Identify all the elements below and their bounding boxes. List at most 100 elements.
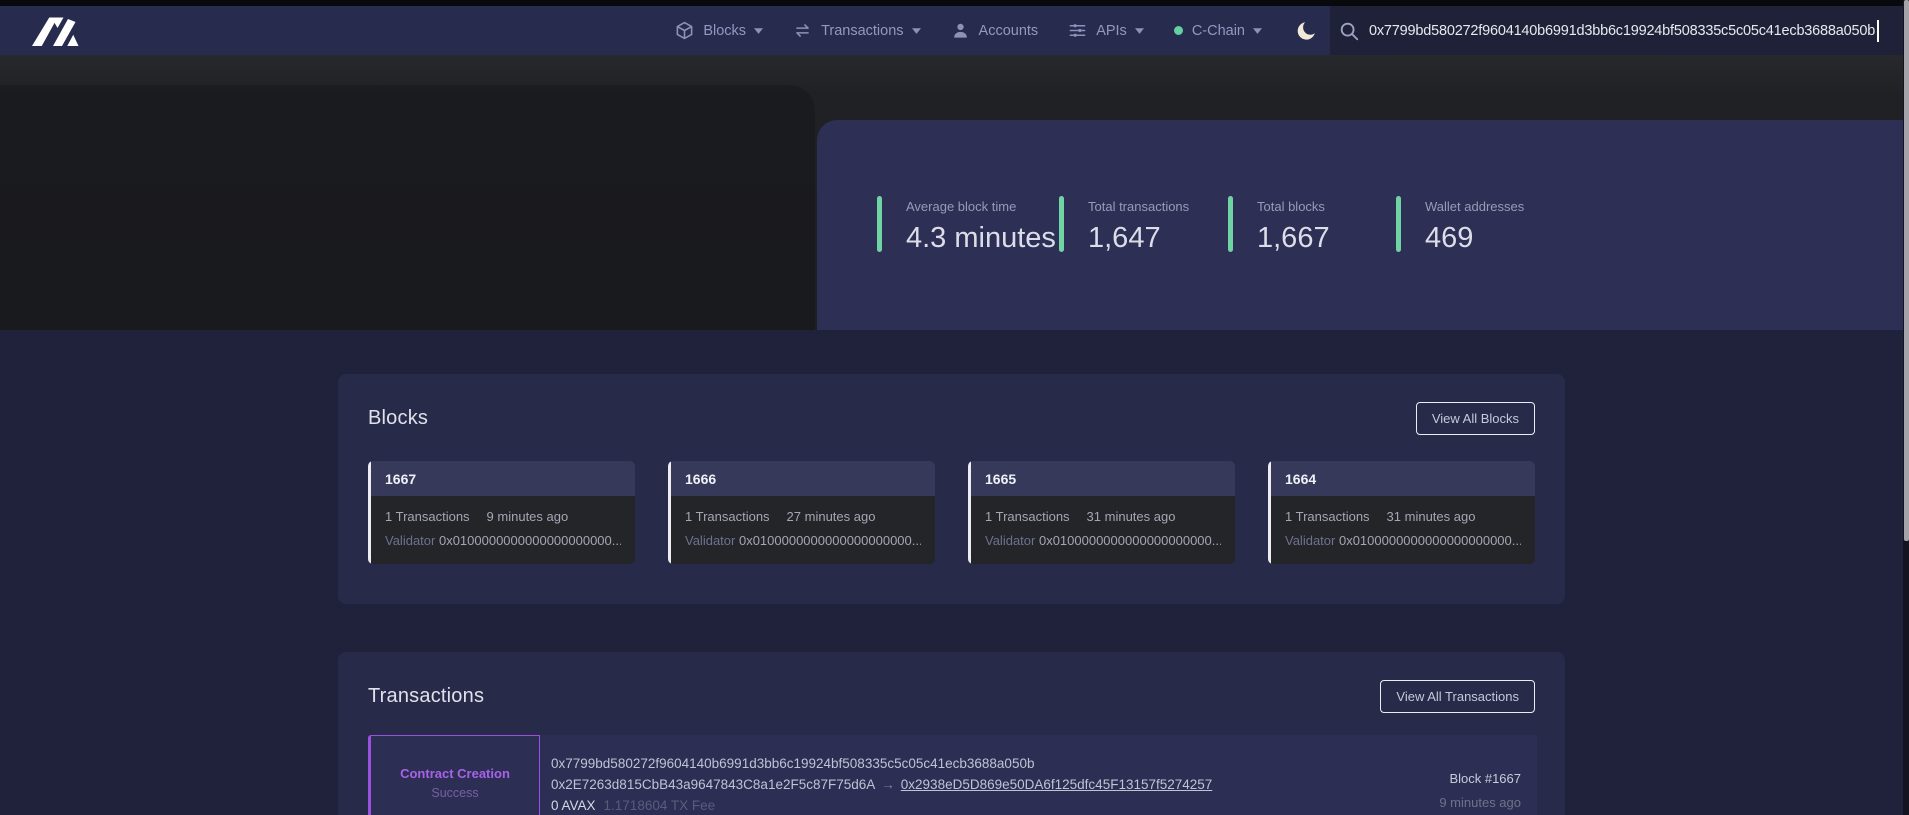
transaction-value-line: 0 AVAX1.1718604 TX Fee bbox=[551, 795, 1212, 815]
block-card-1665[interactable]: 1665 1 Transactions 31 minutes ago Valid… bbox=[968, 461, 1235, 564]
stat-total-transactions: Total transactions 1,647 bbox=[1059, 196, 1189, 255]
search-input[interactable]: 0x7799bd580272f9604140b6991d3bb6c19924bf… bbox=[1369, 23, 1875, 39]
stat-accent-bar bbox=[1228, 196, 1233, 252]
text-caret bbox=[1877, 20, 1879, 42]
transaction-addresses: 0x2E7263d815CbB43a9647843C8a1e2F5c87F75d… bbox=[551, 774, 1212, 795]
validator-address: 0x0100000000000000000000... bbox=[439, 533, 621, 548]
nav-item-accounts[interactable]: Accounts bbox=[951, 21, 1039, 40]
transaction-status: Success bbox=[431, 786, 478, 800]
blocks-section-title: Blocks bbox=[368, 407, 428, 430]
block-time-ago: 31 minutes ago bbox=[1387, 509, 1476, 524]
chevron-down-icon bbox=[1135, 28, 1144, 34]
validator-label: Validator bbox=[985, 533, 1035, 548]
block-time-ago: 27 minutes ago bbox=[787, 509, 876, 524]
block-number: 1665 bbox=[968, 461, 1235, 496]
stat-value: 1,667 bbox=[1257, 222, 1330, 255]
nav-label-transactions: Transactions bbox=[821, 23, 903, 39]
transaction-block-number: Block #1667 bbox=[1439, 771, 1521, 786]
chevron-down-icon bbox=[754, 28, 763, 34]
block-tx-count: 1 Transactions bbox=[1285, 509, 1370, 524]
validator-address: 0x0100000000000000000000... bbox=[1039, 533, 1221, 548]
dark-mode-toggle[interactable] bbox=[1296, 20, 1318, 42]
validator-address: 0x0100000000000000000000... bbox=[739, 533, 921, 548]
chevron-down-icon bbox=[912, 28, 921, 34]
stat-value: 1,647 bbox=[1088, 222, 1189, 255]
block-card-1666[interactable]: 1666 1 Transactions 27 minutes ago Valid… bbox=[668, 461, 935, 564]
transaction-type: Contract Creation bbox=[400, 766, 510, 781]
validator-label: Validator bbox=[1285, 533, 1335, 548]
transaction-block-info: Block #1667 9 minutes ago bbox=[1439, 771, 1521, 810]
stats-panel: Average block time 4.3 minutes Total tra… bbox=[817, 120, 1909, 330]
block-card-row: 1667 1 Transactions 9 minutes ago Valida… bbox=[338, 461, 1565, 564]
nav-item-transactions[interactable]: Transactions bbox=[793, 21, 920, 40]
stat-average-block-time: Average block time 4.3 minutes bbox=[877, 196, 1056, 255]
block-number: 1667 bbox=[368, 461, 635, 496]
sliders-icon bbox=[1068, 21, 1087, 40]
transactions-section-title: Transactions bbox=[368, 685, 484, 708]
nav-label-accounts: Accounts bbox=[979, 23, 1039, 39]
hero-background-shape bbox=[0, 85, 815, 330]
block-explorer-page: Blocks Transactions Accounts bbox=[0, 0, 1909, 815]
block-body: 1 Transactions 9 minutes ago Validator 0… bbox=[368, 496, 635, 548]
arrow-right-icon: → bbox=[875, 777, 901, 792]
validator-label: Validator bbox=[685, 533, 735, 548]
from-address: 0x2E7263d815CbB43a9647843C8a1e2F5c87F75d… bbox=[551, 777, 875, 792]
hero-section: Average block time 4.3 minutes Total tra… bbox=[0, 55, 1909, 330]
transfer-arrows-icon bbox=[793, 21, 812, 40]
stat-label: Average block time bbox=[906, 196, 1056, 214]
validator-label: Validator bbox=[385, 533, 435, 548]
stat-wallet-addresses: Wallet addresses 469 bbox=[1396, 196, 1524, 255]
stat-accent-bar bbox=[1059, 196, 1064, 252]
blocks-section: Blocks View All Blocks 1667 1 Transactio… bbox=[338, 374, 1565, 604]
scrollbar bbox=[1903, 0, 1909, 815]
scrollbar-thumb[interactable] bbox=[1904, 0, 1909, 541]
block-tx-count: 1 Transactions bbox=[685, 509, 770, 524]
stat-label: Total blocks bbox=[1257, 196, 1330, 214]
block-number: 1666 bbox=[668, 461, 935, 496]
stat-accent-bar bbox=[877, 196, 882, 252]
block-number: 1664 bbox=[1268, 461, 1535, 496]
block-time-ago: 31 minutes ago bbox=[1087, 509, 1176, 524]
block-accent-bar bbox=[668, 461, 671, 564]
view-all-transactions-button[interactable]: View All Transactions bbox=[1380, 680, 1535, 713]
nav-item-blocks[interactable]: Blocks bbox=[675, 21, 763, 40]
transaction-hash: 0x7799bd580272f9604140b6991d3bb6c19924bf… bbox=[551, 753, 1212, 774]
cube-icon bbox=[675, 21, 694, 40]
moon-icon bbox=[1296, 20, 1318, 42]
transactions-section: Transactions View All Transactions Contr… bbox=[338, 652, 1565, 815]
block-body: 1 Transactions 27 minutes ago Validator … bbox=[668, 496, 935, 548]
block-body: 1 Transactions 31 minutes ago Validator … bbox=[1268, 496, 1535, 548]
block-card-1664[interactable]: 1664 1 Transactions 31 minutes ago Valid… bbox=[1268, 461, 1535, 564]
transaction-details: 0x7799bd580272f9604140b6991d3bb6c19924bf… bbox=[551, 753, 1212, 815]
stat-value: 469 bbox=[1425, 222, 1524, 255]
chain-status-dot bbox=[1174, 26, 1183, 35]
chevron-down-icon bbox=[1253, 28, 1262, 34]
transaction-type-badge: Contract Creation Success bbox=[368, 735, 540, 815]
block-card-1667[interactable]: 1667 1 Transactions 9 minutes ago Valida… bbox=[368, 461, 635, 564]
search-bar[interactable]: 0x7799bd580272f9604140b6991d3bb6c19924bf… bbox=[1330, 6, 1909, 55]
to-address-link[interactable]: 0x2938eD5D869e50DA6f125dfc45F13157f52742… bbox=[901, 777, 1213, 792]
stat-label: Wallet addresses bbox=[1425, 196, 1524, 214]
nav-label-apis: APIs bbox=[1096, 23, 1127, 39]
validator-address: 0x0100000000000000000000... bbox=[1339, 533, 1521, 548]
transaction-value: 0 AVAX bbox=[551, 798, 596, 813]
nav-menu: Blocks Transactions Accounts bbox=[675, 6, 1318, 55]
transaction-row[interactable]: Contract Creation Success 0x7799bd580272… bbox=[368, 735, 1537, 815]
blocks-section-header: Blocks View All Blocks bbox=[338, 374, 1565, 435]
nav-item-chain-selector[interactable]: C-Chain bbox=[1174, 23, 1262, 39]
block-body: 1 Transactions 31 minutes ago Validator … bbox=[968, 496, 1235, 548]
stat-total-blocks: Total blocks 1,667 bbox=[1228, 196, 1330, 255]
transactions-section-header: Transactions View All Transactions bbox=[338, 652, 1565, 713]
person-icon bbox=[951, 21, 970, 40]
block-time-ago: 9 minutes ago bbox=[487, 509, 569, 524]
view-all-blocks-button[interactable]: View All Blocks bbox=[1416, 402, 1535, 435]
stat-label: Total transactions bbox=[1088, 196, 1189, 214]
nav-item-apis[interactable]: APIs bbox=[1068, 21, 1144, 40]
stat-value: 4.3 minutes bbox=[906, 222, 1056, 255]
nav-label-chain: C-Chain bbox=[1192, 23, 1245, 39]
avalanche-logo[interactable] bbox=[28, 16, 84, 46]
block-accent-bar bbox=[968, 461, 971, 564]
transaction-fee: 1.1718604 TX Fee bbox=[596, 798, 716, 813]
block-accent-bar bbox=[368, 461, 371, 564]
stat-accent-bar bbox=[1396, 196, 1401, 252]
